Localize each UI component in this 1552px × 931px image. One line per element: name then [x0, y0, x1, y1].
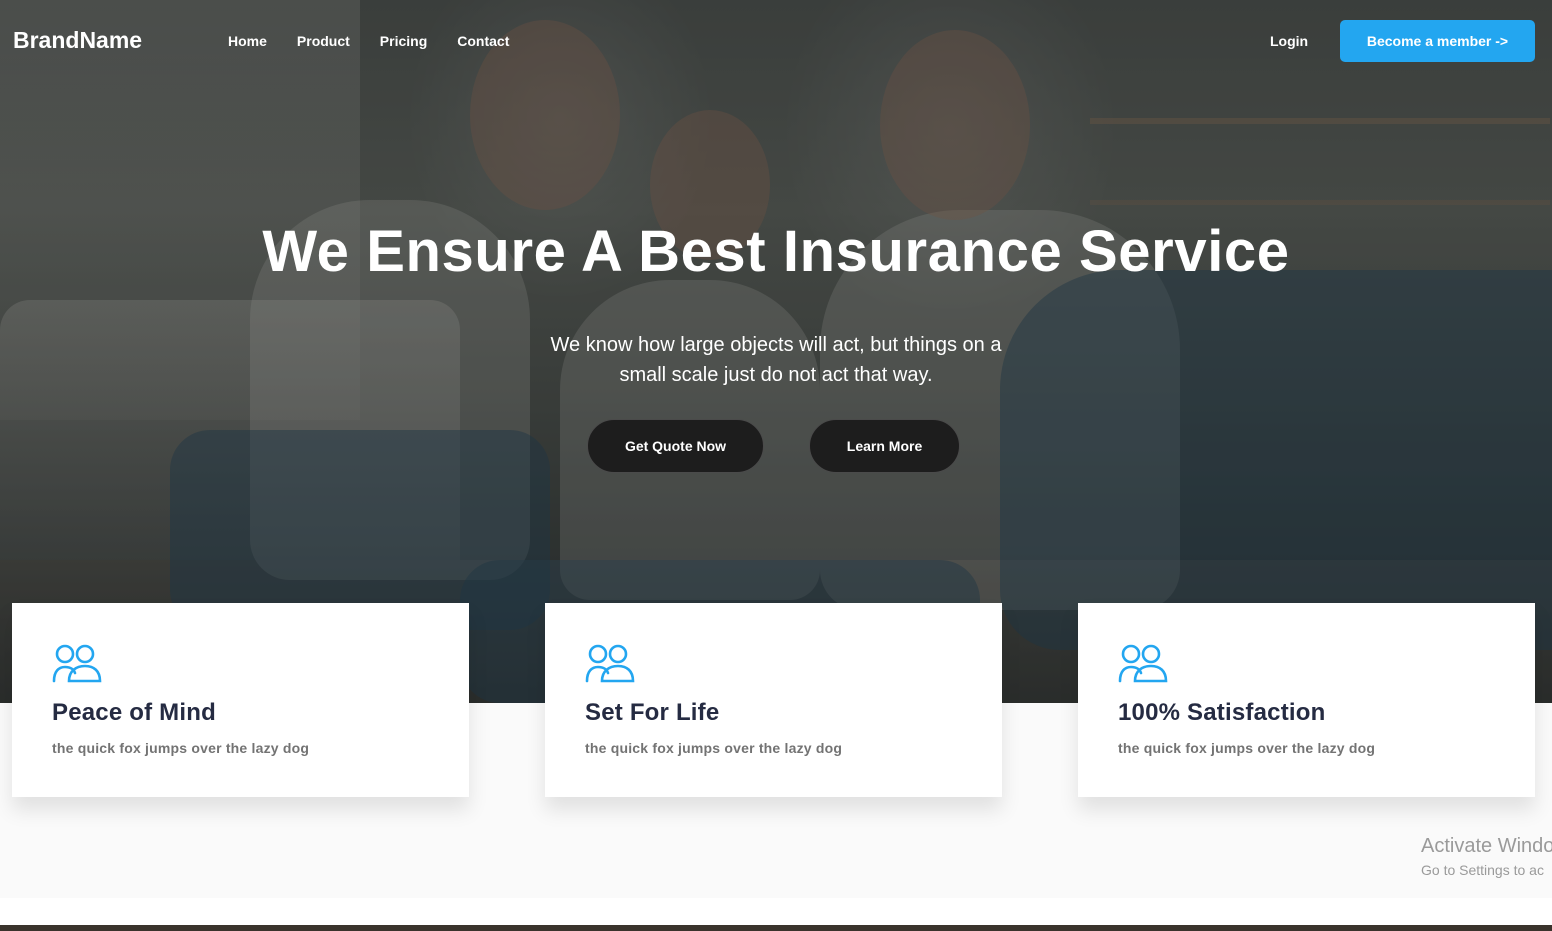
- get-quote-button[interactable]: Get Quote Now: [587, 419, 764, 473]
- feature-card: 100% Satisfaction the quick fox jumps ov…: [1078, 603, 1535, 797]
- hero-title: We Ensure A Best Insurance Service: [262, 219, 1290, 284]
- watermark-title: Activate Windo: [1421, 835, 1552, 857]
- feature-title: Set For Life: [585, 699, 720, 726]
- watermark-subtitle: Go to Settings to ac: [1421, 862, 1544, 878]
- login-link[interactable]: Login: [1270, 33, 1308, 49]
- feature-text: the quick fox jumps over the lazy dog: [52, 740, 310, 756]
- main-menu: Home Product Pricing Contact: [228, 33, 509, 49]
- navbar: BrandName Home Product Pricing Contact L…: [0, 0, 1552, 82]
- users-icon: [1118, 644, 1168, 683]
- feature-card: Set For Life the quick fox jumps over th…: [545, 603, 1002, 797]
- feature-text: the quick fox jumps over the lazy dog: [1118, 740, 1376, 756]
- become-member-button[interactable]: Become a member ->: [1340, 20, 1535, 62]
- feature-text: the quick fox jumps over the lazy dog: [585, 740, 843, 756]
- users-icon: [585, 644, 635, 683]
- next-section-edge: [0, 925, 1552, 931]
- activate-windows-watermark: Activate Windo Go to Settings to ac: [1421, 835, 1552, 878]
- nav-link-contact[interactable]: Contact: [457, 33, 509, 49]
- nav-link-product[interactable]: Product: [297, 33, 350, 49]
- hero-subtitle: We know how large objects will act, but …: [550, 334, 1002, 386]
- brand-logo[interactable]: BrandName: [13, 27, 142, 54]
- nav-link-pricing[interactable]: Pricing: [380, 33, 427, 49]
- feature-title: 100% Satisfaction: [1118, 699, 1326, 726]
- learn-more-button[interactable]: Learn More: [809, 419, 960, 473]
- users-icon: [52, 644, 102, 683]
- feature-title: Peace of Mind: [52, 699, 216, 726]
- nav-link-home[interactable]: Home: [228, 33, 267, 49]
- feature-card: Peace of Mind the quick fox jumps over t…: [12, 603, 469, 797]
